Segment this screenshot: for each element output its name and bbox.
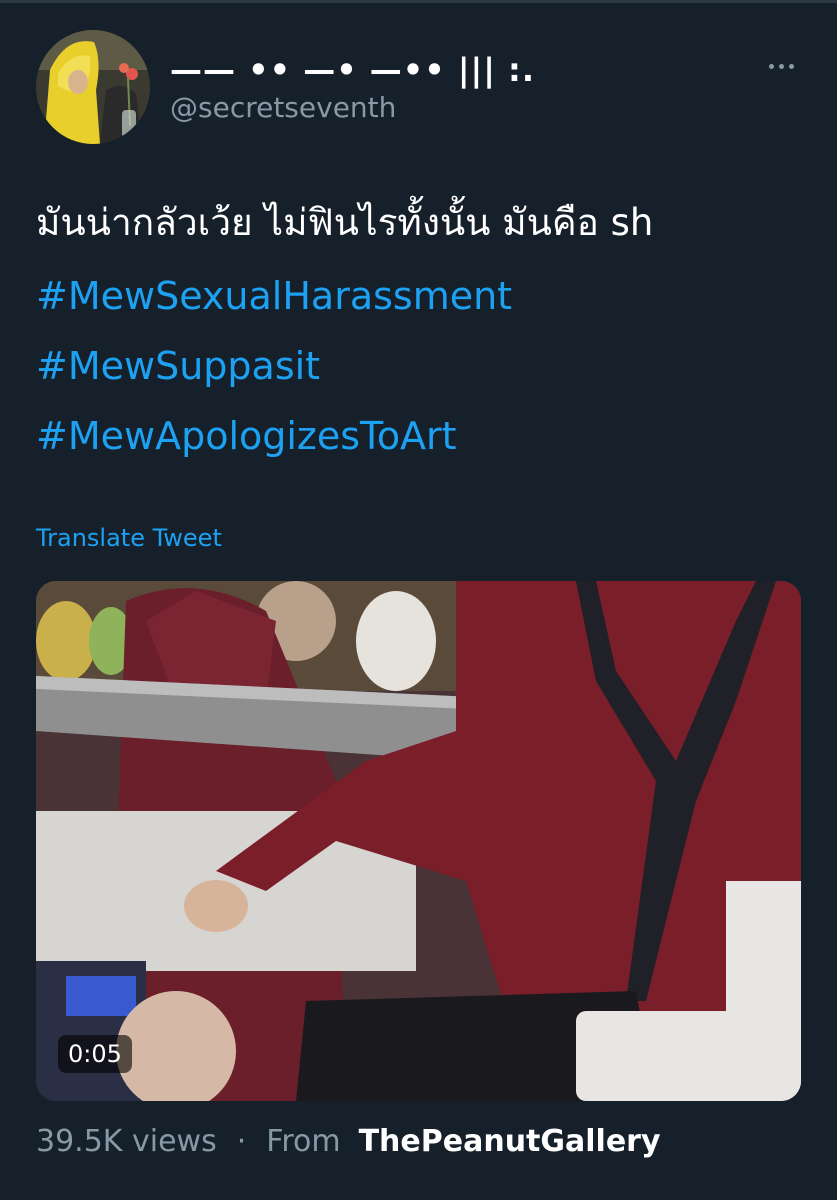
more-dots-icon — [788, 63, 794, 69]
meta-separator: · — [236, 1124, 247, 1159]
more-dots-icon — [768, 63, 774, 69]
from-label: From — [266, 1124, 341, 1159]
translate-tweet-link[interactable]: Translate Tweet — [36, 522, 222, 554]
user-handle[interactable]: @secretseventh — [170, 90, 396, 126]
video-duration-badge: 0:05 — [58, 1035, 132, 1073]
hashtag-link[interactable]: #MewSexualHarassment — [36, 272, 512, 320]
video-thumbnail — [36, 581, 801, 1101]
hashtag-link[interactable]: #MewSuppasit — [36, 342, 320, 390]
display-name[interactable]: —— •• —• —•• ||| :. — [170, 50, 535, 90]
avatar[interactable] — [36, 30, 150, 144]
hashtag-link[interactable]: #MewApologizesToArt — [36, 412, 457, 460]
more-options-button[interactable] — [760, 52, 802, 80]
view-count: 39.5K views — [36, 1124, 217, 1159]
tweet-meta: 39.5K views · From ThePeanutGallery — [36, 1122, 661, 1162]
source-link[interactable]: ThePeanutGallery — [359, 1122, 661, 1162]
more-dots-icon — [778, 63, 784, 69]
top-divider — [0, 0, 837, 3]
tweet-text: มันน่ากลัวเว้ย ไม่ฟินไรทั้งนั้น มันคือ s… — [36, 201, 654, 244]
avatar-image — [36, 30, 150, 144]
video-player[interactable]: 0:05 — [36, 581, 801, 1101]
